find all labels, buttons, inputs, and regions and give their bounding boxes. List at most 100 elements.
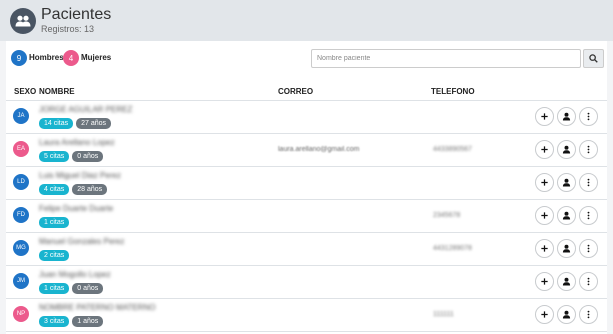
table-row: MG Manuel Gonzales Perez 2 citas 4431289… <box>6 233 607 266</box>
more-vertical-icon <box>584 310 593 319</box>
plus-icon <box>540 178 549 187</box>
more-options-button[interactable] <box>579 305 598 324</box>
page-title: Pacientes <box>41 6 112 23</box>
appointments-badge: 3 citas <box>39 316 70 327</box>
person-icon <box>562 112 571 121</box>
plus-icon <box>540 310 549 319</box>
column-telefono: TELEFONO <box>431 87 475 96</box>
plus-icon <box>540 112 549 121</box>
patient-name[interactable]: Luis Miguel Diaz Perez <box>39 171 121 180</box>
plus-icon <box>540 244 549 253</box>
age-badge: 28 años <box>72 184 108 195</box>
page-header: Pacientes Registros: 13 <box>0 0 613 41</box>
add-appointment-button[interactable] <box>535 206 554 225</box>
table-row: JM Juan Mogollo Lopez 1 citas 0 años <box>6 266 607 299</box>
more-vertical-icon <box>584 277 593 286</box>
patient-name[interactable]: Laura Arellano Lopez <box>39 138 115 147</box>
person-icon <box>562 244 571 253</box>
age-badge: 0 años <box>72 283 104 294</box>
view-profile-button[interactable] <box>557 107 576 126</box>
more-vertical-icon <box>584 178 593 187</box>
more-vertical-icon <box>584 145 593 154</box>
patient-phone: 2345678 <box>433 212 461 219</box>
view-profile-button[interactable] <box>557 305 576 324</box>
men-label: Hombres <box>29 53 64 62</box>
women-count-badge: 4 <box>63 50 79 66</box>
search-icon <box>589 54 598 63</box>
patient-name[interactable]: Manuel Gonzales Perez <box>39 237 124 246</box>
patients-table-body: JA JORGE AGUILAR PEREZ 14 citas 27 años … <box>6 101 607 332</box>
add-appointment-button[interactable] <box>535 239 554 258</box>
search-input[interactable] <box>311 49 581 68</box>
row-actions <box>535 140 598 159</box>
patient-name[interactable]: Felipe Duarte Duarte <box>39 204 113 213</box>
table-header: SEXO NOMBRE CORREO TELEFONO <box>6 86 607 101</box>
avatar: LD <box>13 174 29 190</box>
plus-icon <box>540 145 549 154</box>
age-badge: 0 años <box>72 151 104 162</box>
patient-email: laura.arellano@gmail.com <box>278 146 360 153</box>
row-actions <box>535 206 598 225</box>
patient-name[interactable]: NOMBRE PATERNO MATERNO <box>39 303 155 312</box>
patient-badges: 2 citas <box>39 250 70 261</box>
add-appointment-button[interactable] <box>535 272 554 291</box>
more-options-button[interactable] <box>579 173 598 192</box>
women-label: Mujeres <box>81 53 112 62</box>
appointments-badge: 2 citas <box>39 250 70 261</box>
view-profile-button[interactable] <box>557 206 576 225</box>
column-correo: CORREO <box>278 87 314 96</box>
column-nombre: NOMBRE <box>39 87 75 96</box>
age-badge: 27 años <box>76 118 112 129</box>
avatar: MG <box>13 240 29 256</box>
more-options-button[interactable] <box>579 272 598 291</box>
avatar: FD <box>13 207 29 223</box>
patient-name[interactable]: JORGE AGUILAR PEREZ <box>39 105 132 114</box>
person-icon <box>562 277 571 286</box>
patients-card: 9 Hombres 4 Mujeres SEXO NOMBRE CORREO T… <box>6 41 607 334</box>
table-row: NP NOMBRE PATERNO MATERNO 3 citas 1 años… <box>6 299 607 332</box>
add-appointment-button[interactable] <box>535 305 554 324</box>
plus-icon <box>540 277 549 286</box>
row-actions <box>535 305 598 324</box>
patient-badges: 1 citas <box>39 217 70 228</box>
table-row: LD Luis Miguel Diaz Perez 4 citas 28 año… <box>6 167 607 200</box>
patient-phone: 111111 <box>433 311 454 318</box>
view-profile-button[interactable] <box>557 239 576 258</box>
row-actions <box>535 239 598 258</box>
patient-name[interactable]: Juan Mogollo Lopez <box>39 270 111 279</box>
add-appointment-button[interactable] <box>535 173 554 192</box>
avatar: NP <box>13 306 29 322</box>
view-profile-button[interactable] <box>557 272 576 291</box>
search-button[interactable] <box>583 49 604 68</box>
person-icon <box>562 310 571 319</box>
view-profile-button[interactable] <box>557 173 576 192</box>
person-icon <box>562 145 571 154</box>
avatar: JA <box>13 108 29 124</box>
avatar: JM <box>13 273 29 289</box>
add-appointment-button[interactable] <box>535 140 554 159</box>
more-vertical-icon <box>584 112 593 121</box>
more-options-button[interactable] <box>579 206 598 225</box>
row-actions <box>535 107 598 126</box>
avatar: EA <box>13 141 29 157</box>
add-appointment-button[interactable] <box>535 107 554 126</box>
patient-badges: 4 citas 28 años <box>39 184 108 195</box>
appointments-badge: 1 citas <box>39 283 70 294</box>
toolbar: 9 Hombres 4 Mujeres <box>6 49 607 69</box>
appointments-badge: 5 citas <box>39 151 70 162</box>
plus-icon <box>540 211 549 220</box>
users-icon <box>10 7 36 34</box>
appointments-badge: 4 citas <box>39 184 70 195</box>
appointments-badge: 1 citas <box>39 217 70 228</box>
more-options-button[interactable] <box>579 140 598 159</box>
appointments-badge: 14 citas <box>39 118 74 129</box>
view-profile-button[interactable] <box>557 140 576 159</box>
row-actions <box>535 272 598 291</box>
age-badge: 1 años <box>72 316 104 327</box>
more-options-button[interactable] <box>579 239 598 258</box>
more-options-button[interactable] <box>579 107 598 126</box>
more-vertical-icon <box>584 244 593 253</box>
patient-badges: 1 citas 0 años <box>39 283 104 294</box>
person-icon <box>562 178 571 187</box>
patient-phone: 4433890567 <box>433 146 472 153</box>
